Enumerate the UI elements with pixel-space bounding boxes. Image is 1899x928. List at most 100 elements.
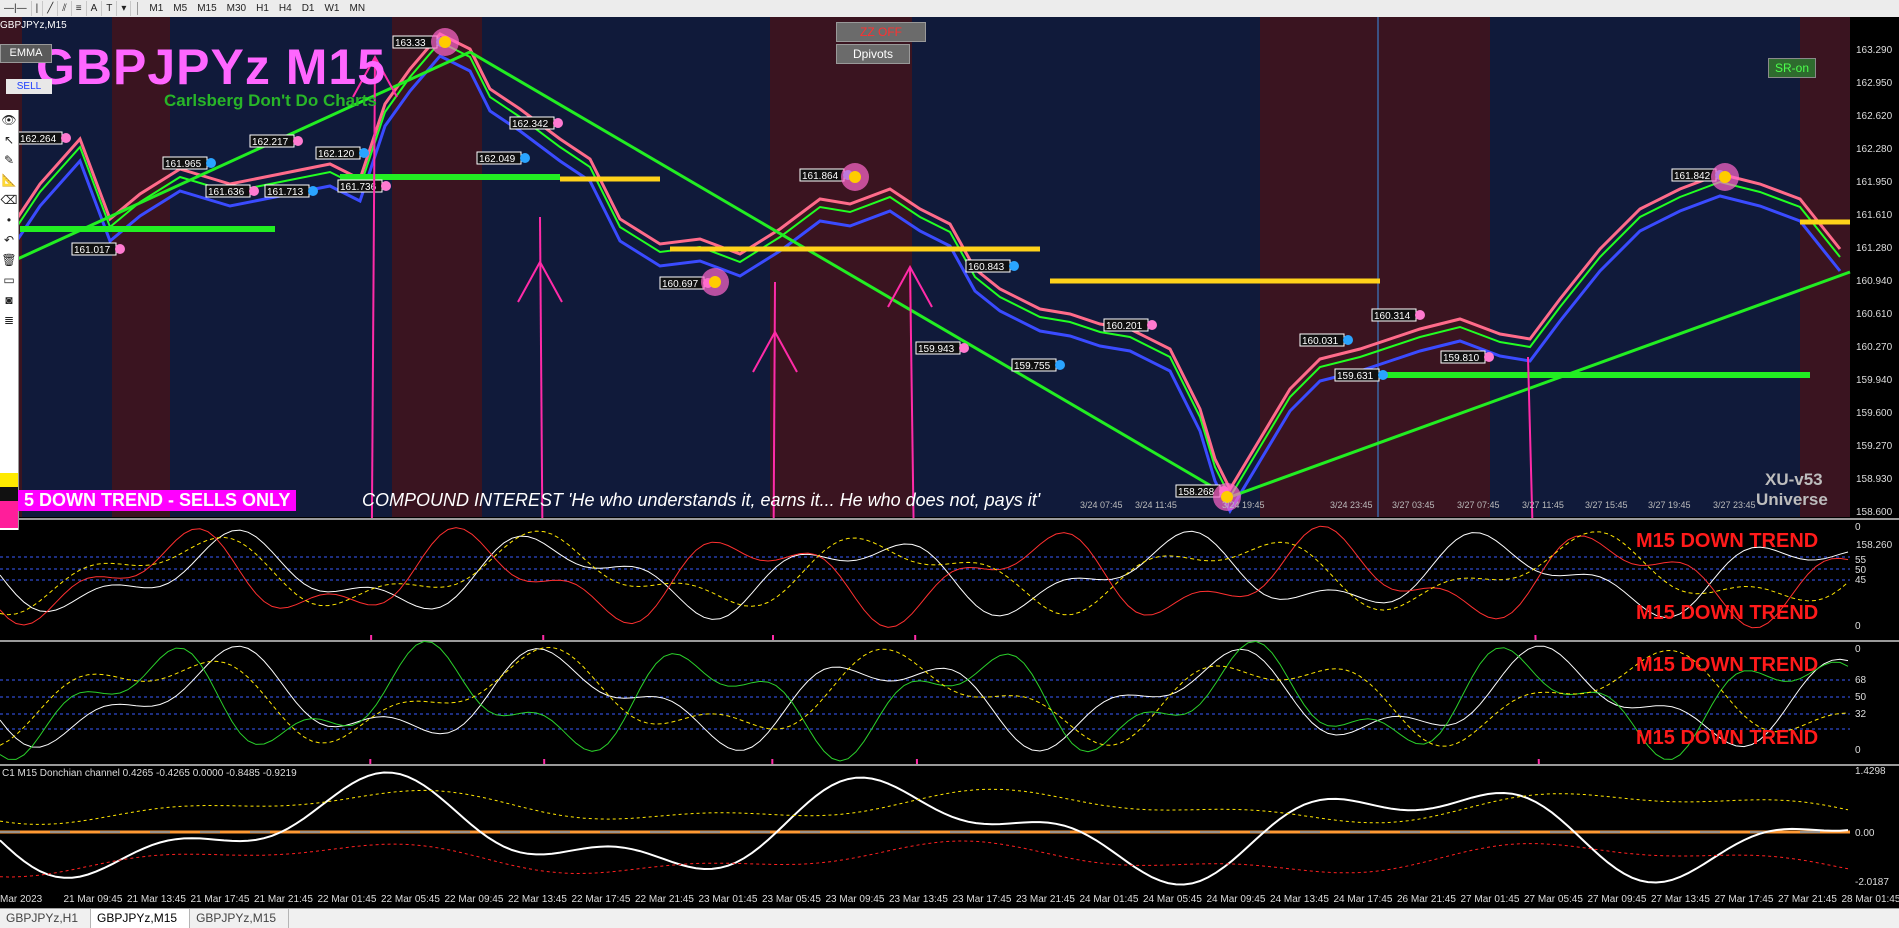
tf-d1[interactable]: D1 xyxy=(297,1,320,16)
ind1-scale-label: 0 xyxy=(1855,522,1861,533)
time-axis-label: 23 Mar 13:45 xyxy=(889,894,948,905)
vertical-line-icon[interactable]: | xyxy=(32,1,44,16)
chart-tabs: GBPJPYz,H1 GBPJPYz,M15 GBPJPYz,M15 xyxy=(0,908,1899,928)
price-label: 161.965 xyxy=(165,159,202,170)
donchian-caption: C1 M15 Donchian channel 0.4265 -0.4265 0… xyxy=(2,768,297,779)
arrow-dropdown-icon[interactable]: ▾ xyxy=(117,1,131,16)
dot-icon[interactable]: • xyxy=(0,210,18,230)
tab-gbpjpy-h1[interactable]: GBPJPYz,H1 xyxy=(0,909,91,928)
time-axis-label: 27 Mar 05:45 xyxy=(1524,894,1583,905)
crosshair-icon[interactable]: —|— xyxy=(0,1,32,16)
session-band xyxy=(770,17,912,517)
pen-icon[interactable]: ✎ xyxy=(0,150,18,170)
chart-subtitle: Carlsberg Don't Do Charts xyxy=(164,91,377,111)
undo-icon[interactable]: ↶ xyxy=(0,230,18,250)
cursor-icon[interactable]: ↖ xyxy=(0,130,18,150)
version-watermark: XU-v53 xyxy=(1765,470,1823,490)
symbol-label: GBPJPYz,M15 xyxy=(0,20,67,31)
channel-icon[interactable]: ⫽ xyxy=(58,1,71,16)
main-time-label: 3/27 07:45 xyxy=(1457,500,1500,510)
trash-icon[interactable]: 🗑 xyxy=(0,250,18,270)
tf-m5[interactable]: M5 xyxy=(168,1,192,16)
price-tick-label: 158.930 xyxy=(1856,474,1893,485)
time-axis-label: 23 Mar 05:45 xyxy=(762,894,821,905)
price-tick-label: 160.270 xyxy=(1856,342,1893,353)
universe-watermark: Universe xyxy=(1756,490,1828,510)
signal-core xyxy=(709,276,721,288)
signal-dot xyxy=(1055,360,1065,370)
label-tool[interactable]: T xyxy=(102,1,117,16)
tf-m15[interactable]: M15 xyxy=(192,1,221,16)
time-axis-label: 28 Mar 01:45 xyxy=(1842,894,1899,905)
ind2-trend-label-top: M15 DOWN TREND xyxy=(1636,654,1818,677)
main-time-label: 3/27 03:45 xyxy=(1392,500,1435,510)
signal-dot xyxy=(308,186,318,196)
time-axis-label: 26 Mar 21:45 xyxy=(1397,894,1456,905)
emma-button[interactable]: EMMA xyxy=(0,44,52,63)
price-label: 158.268 xyxy=(1178,487,1215,498)
session-band xyxy=(392,17,482,517)
fibonacci-icon[interactable]: ≡ xyxy=(72,1,87,16)
list-icon[interactable]: ≣ xyxy=(0,310,18,330)
toolbar-separator xyxy=(137,2,138,15)
price-tick-label: 160.610 xyxy=(1856,309,1893,320)
price-tick-label: 160.940 xyxy=(1856,276,1893,287)
tf-m1[interactable]: M1 xyxy=(144,1,168,16)
zz-off-button[interactable]: ZZ OFF xyxy=(836,22,926,42)
main-time-label: 3/27 19:45 xyxy=(1648,500,1691,510)
price-label: 159.810 xyxy=(1443,353,1480,364)
main-time-label: 3/27 11:45 xyxy=(1522,500,1564,510)
ind1-scale-label: 0 xyxy=(1855,621,1861,632)
ruler-icon[interactable]: 📐 xyxy=(0,170,18,190)
price-tick-label: 161.950 xyxy=(1856,177,1893,188)
indicator-panel xyxy=(0,519,1850,635)
price-label: 160.201 xyxy=(1106,321,1143,332)
signal-dot xyxy=(381,181,391,191)
time-axis-label: 22 Mar 17:45 xyxy=(572,894,631,905)
price-tick-label: 159.940 xyxy=(1856,375,1893,386)
ind3-scale-label: 0.00 xyxy=(1855,828,1875,839)
tf-mn[interactable]: MN xyxy=(344,1,370,16)
price-tick-label: 159.270 xyxy=(1856,441,1893,452)
signal-dot xyxy=(1415,310,1425,320)
signal-dot xyxy=(959,343,969,353)
signal-core xyxy=(439,36,451,48)
eraser-icon[interactable]: ⌫ xyxy=(0,190,18,210)
price-label: 163.33 xyxy=(395,38,426,49)
price-label: 160.031 xyxy=(1302,336,1339,347)
time-axis-label: 27 Mar 21:45 xyxy=(1778,894,1837,905)
tf-h1[interactable]: H1 xyxy=(251,1,274,16)
sr-on-button[interactable]: SR-on xyxy=(1768,58,1816,78)
price-label: 161.017 xyxy=(74,245,111,256)
time-axis-label: 22 Mar 05:45 xyxy=(381,894,440,905)
camera-icon[interactable]: ◙ xyxy=(0,290,18,310)
trend-banner: 5 DOWN TREND - SELLS ONLY xyxy=(18,490,296,511)
text-tool[interactable]: A xyxy=(87,1,103,16)
time-axis-label: 24 Mar 09:45 xyxy=(1207,894,1266,905)
price-tick-label: 162.280 xyxy=(1856,144,1893,155)
tf-m30[interactable]: M30 xyxy=(222,1,251,16)
time-axis-label: 27 Mar 13:45 xyxy=(1651,894,1710,905)
signal-dot xyxy=(520,153,530,163)
time-axis-label: 23 Mar 09:45 xyxy=(826,894,885,905)
monitor-icon[interactable]: ▭ xyxy=(0,270,18,290)
eye-icon[interactable]: 👁 xyxy=(0,110,18,130)
price-label: 161.636 xyxy=(208,187,245,198)
session-band xyxy=(1490,17,1505,517)
tf-w1[interactable]: W1 xyxy=(319,1,344,16)
ind1-trend-label-top: M15 DOWN TREND xyxy=(1636,530,1818,553)
sell-button[interactable]: SELL xyxy=(6,79,52,94)
price-label: 160.697 xyxy=(662,279,699,290)
time-axis-label: 23 Mar 21:45 xyxy=(1016,894,1075,905)
time-axis-label: 23 Mar 01:45 xyxy=(699,894,758,905)
signal-dot xyxy=(61,133,71,143)
indicator-panel xyxy=(0,641,1850,759)
trendline-icon[interactable]: ╱ xyxy=(43,1,58,16)
tab-gbpjpy-m15[interactable]: GBPJPYz,M15 xyxy=(190,909,289,928)
main-time-label: 3/24 23:45 xyxy=(1330,500,1373,510)
tab-gbpjpy-m15-active[interactable]: GBPJPYz,M15 xyxy=(91,909,190,928)
signal-dot xyxy=(206,158,216,168)
tf-h4[interactable]: H4 xyxy=(274,1,297,16)
time-axis-label: 24 Mar 01:45 xyxy=(1080,894,1139,905)
dpivots-button[interactable]: Dpivots xyxy=(836,44,910,64)
